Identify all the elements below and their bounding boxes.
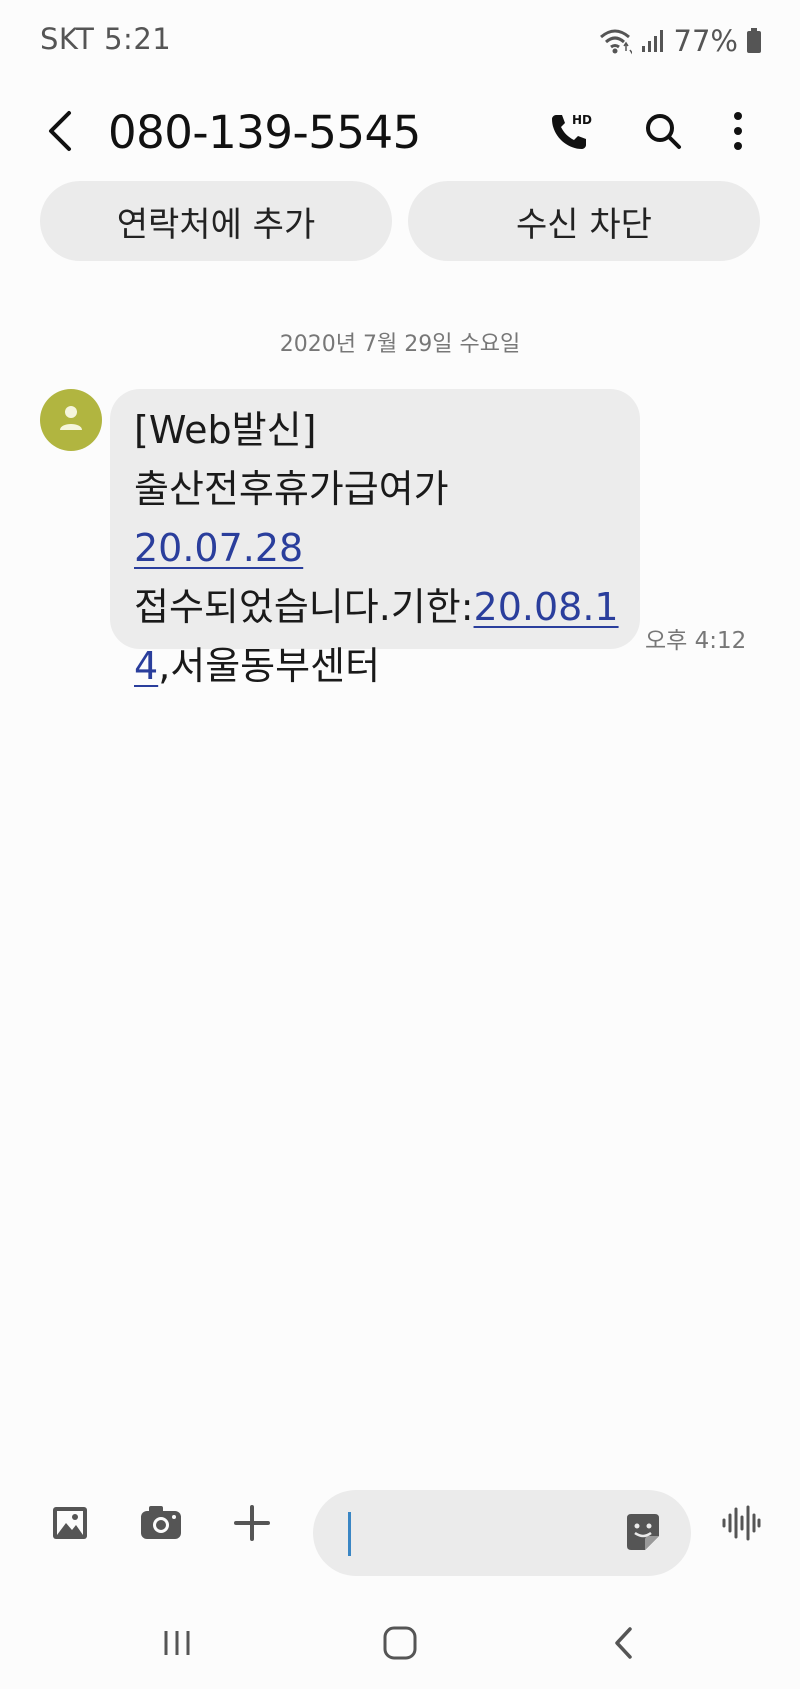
camera-icon bbox=[139, 1503, 183, 1547]
recent-apps-icon bbox=[161, 1628, 193, 1662]
date-separator: 2020년 7월 29일 수요일 bbox=[279, 332, 521, 357]
more-options-button[interactable] bbox=[703, 98, 773, 168]
avatar[interactable] bbox=[40, 389, 102, 451]
contact-number-title: 080-139-5545 bbox=[108, 106, 421, 159]
date-link[interactable]: 20.07.28 bbox=[134, 526, 303, 570]
date-link[interactable]: 4 bbox=[134, 644, 158, 688]
message-timestamp: 오후 4:12 bbox=[645, 628, 747, 654]
plus-icon bbox=[233, 1504, 271, 1546]
recent-apps-button[interactable] bbox=[147, 1615, 207, 1675]
image-icon bbox=[50, 1503, 90, 1547]
back-button[interactable] bbox=[40, 98, 80, 168]
block-number-button[interactable]: 수신 차단 bbox=[408, 181, 760, 261]
wifi-icon bbox=[598, 26, 632, 56]
message-text: 접수되었습니다.기한: bbox=[134, 585, 474, 629]
message-bubble[interactable]: [Web발신] 출산전후휴가급여가 20.07.28 접수되었습니다.기한:20… bbox=[110, 389, 640, 688]
message-text: ,서울동부센터 bbox=[158, 644, 381, 688]
message-input[interactable] bbox=[357, 1490, 621, 1578]
message-line: 20.07.28 bbox=[134, 519, 616, 578]
svg-text:HD: HD bbox=[572, 113, 592, 127]
home-icon bbox=[382, 1625, 418, 1665]
person-icon bbox=[58, 404, 84, 436]
message-line: 4,서울동부센터 bbox=[134, 637, 616, 696]
search-button[interactable] bbox=[628, 98, 698, 168]
add-contact-button[interactable]: 연락처에 추가 bbox=[40, 181, 392, 261]
message-line: 출산전후휴가급여가 bbox=[134, 467, 449, 511]
nav-back-button[interactable] bbox=[594, 1615, 654, 1675]
sticker-icon bbox=[623, 1512, 663, 1556]
battery-percent: 77% bbox=[673, 24, 738, 58]
status-bar: SKT 5:21 77% bbox=[0, 0, 800, 84]
camera-button[interactable] bbox=[131, 1495, 191, 1555]
search-icon bbox=[643, 111, 683, 155]
message-line: [Web발신] bbox=[134, 408, 317, 452]
battery-icon bbox=[746, 28, 762, 54]
attach-more-button[interactable] bbox=[222, 1495, 282, 1555]
text-cursor bbox=[348, 1512, 351, 1556]
carrier-time: SKT 5:21 bbox=[40, 22, 172, 56]
hd-call-icon: HD bbox=[546, 107, 594, 159]
date-link[interactable]: 20.08.1 bbox=[474, 585, 619, 629]
more-vertical-icon bbox=[732, 111, 744, 155]
status-icons: 77% bbox=[598, 22, 762, 60]
signal-icon bbox=[640, 28, 666, 54]
voice-waveform-icon bbox=[721, 1505, 761, 1545]
back-arrow-icon bbox=[45, 109, 75, 157]
home-button[interactable] bbox=[370, 1615, 430, 1675]
gallery-button[interactable] bbox=[40, 1495, 100, 1555]
voice-record-button[interactable] bbox=[711, 1495, 771, 1555]
hd-call-button[interactable]: HD bbox=[535, 98, 605, 168]
message-line: 접수되었습니다.기한:20.08.1 bbox=[134, 578, 619, 637]
back-icon bbox=[612, 1625, 636, 1665]
sticker-button[interactable] bbox=[621, 1512, 665, 1556]
message-input-box[interactable] bbox=[313, 1490, 691, 1578]
